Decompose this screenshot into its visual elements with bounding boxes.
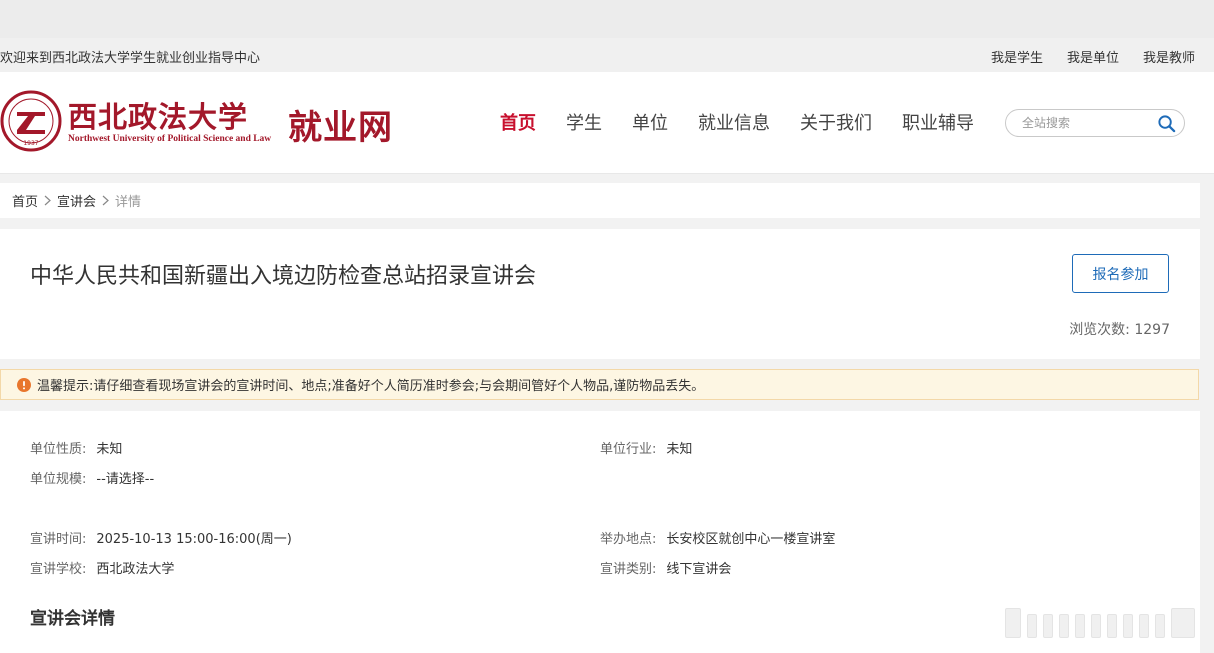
info-unit-nature: 单位性质: 未知 — [30, 438, 122, 457]
nav-item-employers[interactable]: 单位 — [632, 109, 668, 135]
toolbar-segment — [1155, 614, 1165, 638]
site-name: 就业网 — [288, 108, 393, 148]
info-value: 长安校区就创中心一楼宣讲室 — [666, 532, 836, 547]
top-links: 我是学生 我是单位 我是教师 — [991, 47, 1195, 66]
toolbar-segment[interactable] — [1171, 608, 1195, 638]
view-count: 浏览次数: 1297 — [1069, 319, 1170, 339]
view-count-label: 浏览次数: — [1069, 322, 1130, 338]
main-nav: 首页 学生 单位 就业信息 关于我们 职业辅导 — [500, 109, 974, 135]
chevron-right-icon — [102, 195, 109, 206]
info-time: 宣讲时间: 2025-10-13 15:00-16:00(周一) — [30, 528, 292, 547]
toolbar-segment — [1139, 614, 1149, 638]
signup-button[interactable]: 报名参加 — [1072, 254, 1169, 293]
search-icon[interactable] — [1157, 114, 1176, 133]
svg-text:1937: 1937 — [23, 140, 38, 147]
view-count-value: 1297 — [1134, 322, 1170, 338]
university-seal-icon: 1937 — [0, 90, 62, 152]
link-student[interactable]: 我是学生 — [991, 47, 1043, 66]
event-title-card: 中华人民共和国新疆出入境边防检查总站招录宣讲会 报名参加 浏览次数: 1297 — [0, 229, 1200, 359]
info-label: 单位规模: — [30, 472, 87, 487]
toolbar-segment — [1027, 614, 1037, 638]
info-value: 西北政法大学 — [96, 562, 175, 577]
welcome-text: 欢迎来到西北政法大学学生就业创业指导中心 — [0, 51, 261, 66]
info-label: 宣讲学校: — [30, 562, 87, 577]
link-employer[interactable]: 我是单位 — [1067, 47, 1119, 66]
info-school: 宣讲学校: 西北政法大学 — [30, 558, 174, 577]
site-search — [1005, 109, 1185, 137]
nav-item-about[interactable]: 关于我们 — [800, 109, 872, 135]
toolbar-segment — [1107, 614, 1117, 638]
info-location: 举办地点: 长安校区就创中心一楼宣讲室 — [600, 528, 835, 547]
logo-chinese-name: 西北政法大学 — [68, 100, 249, 134]
browser-top-strip — [0, 0, 1214, 38]
toolbar-segment — [1043, 614, 1053, 638]
warning-icon — [17, 377, 31, 392]
info-value: 线下宣讲会 — [666, 562, 732, 577]
notice-banner: 温馨提示:请仔细查看现场宣讲会的宣讲时间、地点;准备好个人简历准时参会;与会期间… — [0, 369, 1199, 400]
info-label: 宣讲类别: — [600, 562, 657, 577]
info-unit-scale: 单位规模: --请选择-- — [30, 468, 154, 487]
site-logo[interactable]: 1937 西北政法大学 Northwest University of Poli… — [0, 90, 393, 156]
toolbar-segment — [1059, 614, 1069, 638]
link-teacher[interactable]: 我是教师 — [1143, 47, 1195, 66]
page-title: 中华人民共和国新疆出入境边防检查总站招录宣讲会 — [30, 264, 537, 289]
info-value: --请选择-- — [96, 472, 155, 487]
breadcrumb-section[interactable]: 宣讲会 — [57, 191, 96, 210]
nav-item-career-guidance[interactable]: 职业辅导 — [902, 109, 974, 135]
info-value: 2025-10-13 15:00-16:00(周一) — [96, 532, 292, 547]
toolbar-segment — [1075, 614, 1085, 638]
nav-item-home[interactable]: 首页 — [500, 109, 536, 135]
site-header: 1937 西北政法大学 Northwest University of Poli… — [0, 72, 1214, 174]
floating-toolbar — [1005, 608, 1201, 638]
notice-text: 温馨提示:请仔细查看现场宣讲会的宣讲时间、地点;准备好个人简历准时参会;与会期间… — [37, 379, 705, 394]
breadcrumb: 首页 宣讲会 详情 — [0, 183, 1200, 218]
info-label: 宣讲时间: — [30, 532, 87, 547]
logo-english-name: Northwest University of Political Scienc… — [68, 134, 272, 144]
welcome-bar: 欢迎来到西北政法大学学生就业创业指导中心 我是学生 我是单位 我是教师 — [0, 38, 1214, 72]
info-value: 未知 — [96, 442, 123, 457]
section-title-details: 宣讲会详情 — [30, 609, 115, 629]
search-input[interactable] — [1020, 115, 1154, 131]
breadcrumb-current: 详情 — [115, 195, 142, 210]
nav-item-job-info[interactable]: 就业信息 — [698, 109, 770, 135]
info-unit-industry: 单位行业: 未知 — [600, 438, 692, 457]
toolbar-segment — [1091, 614, 1101, 638]
info-category: 宣讲类别: 线下宣讲会 — [600, 558, 731, 577]
chevron-right-icon — [44, 195, 51, 206]
nav-item-students[interactable]: 学生 — [566, 109, 602, 135]
info-value: 未知 — [666, 442, 693, 457]
info-label: 举办地点: — [600, 532, 657, 547]
info-label: 单位行业: — [600, 442, 657, 457]
toolbar-segment — [1123, 614, 1133, 638]
breadcrumb-home[interactable]: 首页 — [12, 191, 38, 210]
info-label: 单位性质: — [30, 442, 87, 457]
toolbar-segment[interactable] — [1005, 608, 1021, 638]
